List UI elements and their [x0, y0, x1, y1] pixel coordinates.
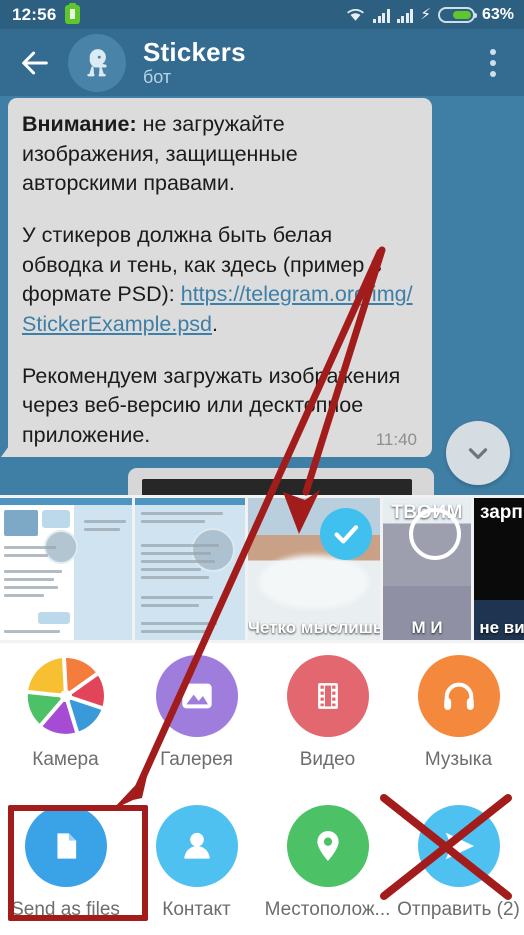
battery-percent-label: 63% [481, 5, 514, 23]
attachment-label: Контакт [162, 899, 231, 920]
attach-contact[interactable]: Контакт [131, 793, 262, 921]
attach-video[interactable]: Видео [262, 643, 393, 771]
battery-saver-icon [65, 2, 81, 24]
gallery-strip[interactable]: Четко мыслишь ТВОИМ М И зарп не ви [0, 495, 524, 643]
telegram-chat-screen: 12:56 ⚡ 63% Stickers бот Внимание: не за… [0, 0, 524, 935]
headphones-icon [417, 655, 500, 737]
message-para3: Рекомендуем загружать изображения через … [22, 363, 401, 447]
message-bubble[interactable]: Внимание: не загружайте изображения, защ… [1, 98, 432, 457]
thumbnail-screenshot-1[interactable] [0, 498, 132, 640]
attachment-label: Камера [32, 749, 99, 770]
app-bar: Stickers бот [0, 29, 524, 96]
camera-shutter-icon [25, 655, 107, 737]
status-bar: 12:56 ⚡ 63% [0, 0, 524, 29]
attachment-row-1: Камера Галерея Видео Музыка [0, 643, 524, 771]
attachment-label: Отправить (2) [397, 899, 520, 920]
thumbnail-photo-dark[interactable]: зарп не ви [474, 498, 524, 640]
thumbnail-screenshot-2[interactable] [135, 498, 245, 640]
selection-ring-icon[interactable] [409, 508, 461, 560]
attach-gallery[interactable]: Галерея [131, 643, 262, 771]
message-text: Внимание: не загружайте изображения, защ… [22, 110, 418, 451]
wifi-icon [347, 9, 365, 21]
thumbnail-photo-snow[interactable]: Четко мыслишь [248, 498, 380, 640]
chevron-down-icon [468, 448, 488, 459]
next-message-bubble[interactable] [128, 468, 434, 495]
duck-bot-avatar-icon[interactable] [68, 33, 126, 92]
message-bold-lead: Внимание: [22, 112, 137, 136]
annotation-highlight-send-as-files [8, 805, 148, 921]
back-arrow-icon[interactable] [18, 46, 52, 80]
gallery-image-icon [155, 655, 238, 737]
chat-message-list[interactable]: Внимание: не загружайте изображения, защ… [0, 96, 524, 495]
screenshot-preview [135, 498, 245, 640]
message-timestamp: 11:40 [375, 429, 417, 449]
thumbnail-caption: Четко мыслишь [248, 618, 380, 637]
attach-music[interactable]: Музыка [393, 643, 524, 771]
video-film-icon [286, 655, 369, 737]
thumbnail-photo-hand[interactable]: ТВОИМ М И [383, 498, 471, 640]
signal-sim1-icon [373, 7, 390, 23]
page-subtitle: бот [143, 66, 172, 87]
attach-camera[interactable]: Камера [0, 643, 131, 771]
charging-bolt-icon: ⚡ [420, 6, 431, 23]
kebab-menu-icon[interactable] [476, 48, 510, 77]
thumbnail-top-caption: зарп [480, 502, 523, 523]
thumbnail-caption: не ви [479, 618, 524, 637]
attachment-label: Местополож... [264, 899, 391, 920]
battery-icon [437, 6, 477, 23]
location-pin-icon [286, 805, 369, 887]
contact-person-icon [155, 805, 238, 887]
attachment-label: Музыка [424, 749, 493, 770]
signal-sim2-icon [396, 7, 414, 23]
send-plane-icon [417, 805, 500, 887]
selection-checkmark-icon[interactable] [320, 508, 372, 560]
attachment-label: Галерея [160, 749, 233, 770]
status-clock: 12:56 [12, 4, 57, 24]
screenshot-preview [0, 498, 132, 640]
attach-location[interactable]: Местополож... [262, 793, 393, 921]
attachment-label: Видео [299, 749, 356, 770]
scroll-to-bottom-button[interactable] [446, 421, 510, 485]
page-title: Stickers [143, 36, 246, 67]
thumbnail-caption: М И [411, 618, 443, 637]
attach-send[interactable]: Отправить (2) [393, 793, 524, 921]
message-para2-after: . [212, 311, 218, 336]
